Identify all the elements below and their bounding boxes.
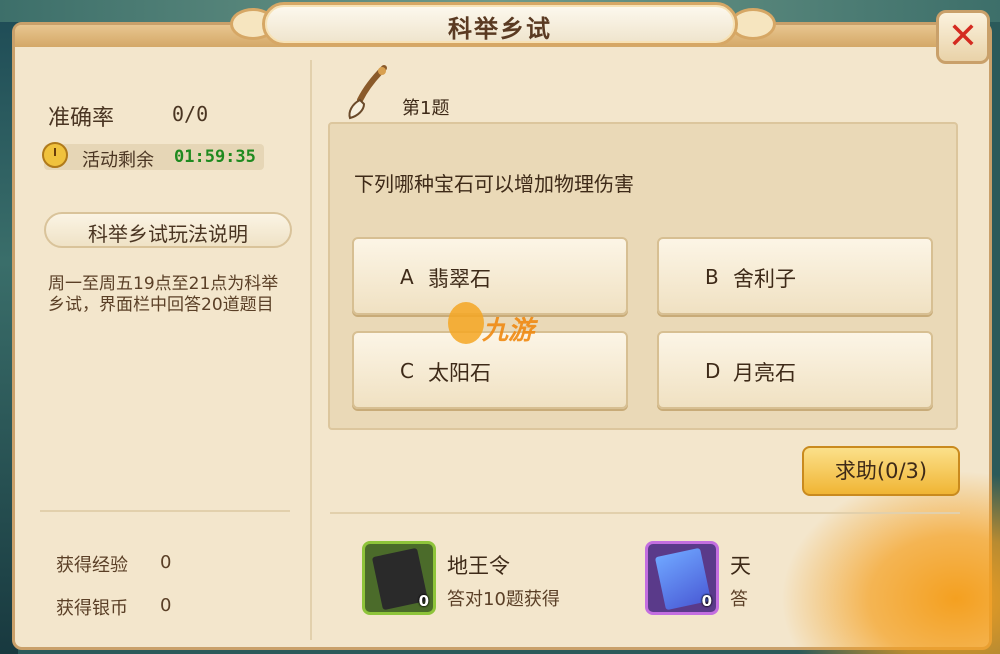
reward-count: 0 xyxy=(418,592,429,610)
rules-title: 科举乡试玩法说明 xyxy=(88,222,248,246)
help-button[interactable]: 求助(0/3) xyxy=(802,446,960,496)
accuracy-value: 0/0 xyxy=(172,102,209,126)
question-text: 下列哪种宝石可以增加物理伤害 xyxy=(354,172,634,196)
timer-value: 01:59:35 xyxy=(174,147,256,167)
watermark-text: 九游 xyxy=(482,316,535,346)
option-text: 太阳石 xyxy=(428,361,491,385)
left-divider xyxy=(40,510,290,512)
option-b-button[interactable]: B 舍利子 xyxy=(657,237,933,315)
option-letter: A xyxy=(400,265,414,289)
question-number: 第1题 xyxy=(402,98,450,119)
window-title: 科举乡试 xyxy=(448,15,552,43)
exp-value: 0 xyxy=(160,552,172,573)
brush-icon xyxy=(348,65,387,120)
accuracy-label: 准确率 xyxy=(48,106,115,131)
watermark-logo: 九游 xyxy=(448,300,558,350)
close-button[interactable]: ✕ xyxy=(936,10,990,64)
reward-name: 地王令 xyxy=(447,554,510,578)
clock-icon xyxy=(42,142,68,168)
option-letter: C xyxy=(400,359,414,383)
option-text: 舍利子 xyxy=(733,267,796,291)
reward-item-slot[interactable]: 0 xyxy=(645,541,719,615)
reward-divider xyxy=(330,512,960,514)
exp-label: 获得经验 xyxy=(56,555,128,576)
silver-value: 0 xyxy=(160,595,172,616)
option-letter: D xyxy=(705,359,721,383)
option-d-button[interactable]: D 月亮石 xyxy=(657,331,933,409)
reward-desc: 答 xyxy=(730,589,748,610)
reward-desc: 答对10题获得 xyxy=(447,589,560,610)
help-glow-effect xyxy=(780,470,1000,654)
silver-label: 获得银币 xyxy=(56,598,128,619)
timer-label: 活动剩余 xyxy=(82,150,154,171)
reward-item-slot[interactable]: 0 xyxy=(362,541,436,615)
watermark-mascot-icon xyxy=(448,302,484,344)
rules-text: 周一至周五19点至21点为科举乡试，界面栏中回答20道题目 xyxy=(48,274,279,315)
option-text: 月亮石 xyxy=(733,361,796,385)
reward-count: 0 xyxy=(701,592,712,610)
close-icon: ✕ xyxy=(947,16,979,57)
option-text: 翡翠石 xyxy=(428,267,491,291)
reward-name: 天 xyxy=(730,554,751,578)
option-letter: B xyxy=(705,265,719,289)
